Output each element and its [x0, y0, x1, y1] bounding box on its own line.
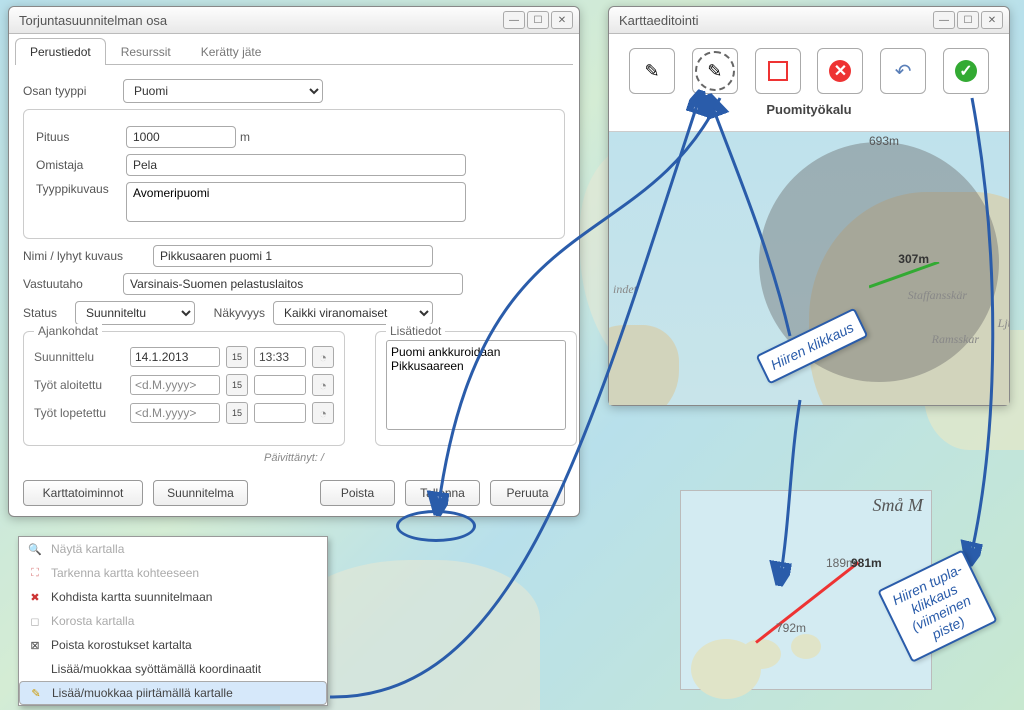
plan-button[interactable]: Suunnitelma [153, 480, 248, 506]
updated-by: Päivittänyt: / [23, 452, 565, 464]
undo-icon: ↶ [895, 59, 912, 84]
typedesc-input[interactable] [126, 182, 466, 222]
info-textarea[interactable] [386, 340, 566, 430]
dropdown-item-draw[interactable]: ✎Lisää/muokkaa piirtämällä kartalle [19, 681, 327, 705]
distance-label: 792m [776, 621, 806, 635]
tab-resurssit[interactable]: Resurssit [106, 38, 186, 65]
zoom-icon: ⛶ [27, 566, 43, 580]
rect-tool[interactable] [755, 48, 801, 94]
tool-caption: Puomityökalu [609, 98, 1009, 131]
dropdown-item[interactable]: ⊠Poista korostukset kartalta [19, 633, 327, 657]
dropdown-item[interactable]: ⛶Tarkenna kartta kohteeseen [19, 561, 327, 585]
pencil-icon: ✎ [644, 61, 659, 82]
resp-input[interactable] [123, 273, 463, 295]
pencil-icon: ✎ [28, 686, 44, 700]
mini-map-title: Små M [873, 495, 924, 516]
cancel-button[interactable]: Peruuta [490, 480, 565, 506]
length-unit: m [240, 130, 250, 144]
place-label: indet [613, 282, 637, 297]
highlight-icon: ◻ [27, 614, 43, 628]
close-button[interactable]: ✕ [551, 11, 573, 29]
confirm-tool[interactable]: ✓ [943, 48, 989, 94]
length-label: Pituus [36, 130, 126, 144]
tab-keratty-jate[interactable]: Kerätty jäte [186, 38, 277, 65]
name-label: Nimi / lyhyt kuvaus [23, 249, 153, 263]
calendar-icon[interactable] [226, 402, 248, 424]
check-icon: ✓ [955, 60, 977, 82]
owner-input[interactable] [126, 154, 466, 176]
close-button[interactable]: ✕ [981, 11, 1003, 29]
plan-time-input[interactable] [254, 347, 306, 367]
delete-tool[interactable]: ✕ [817, 48, 863, 94]
clear-icon: ⊠ [27, 638, 43, 652]
calendar-icon[interactable] [226, 346, 248, 368]
place-label: Ramsskar [932, 332, 979, 347]
rectangle-icon [768, 61, 788, 81]
info-fieldset: Lisätiedot [375, 331, 577, 446]
info-legend: Lisätiedot [386, 324, 445, 338]
typedesc-label: Tyyppikuvaus [36, 182, 126, 196]
clock-icon[interactable] [312, 346, 334, 368]
undo-tool[interactable]: ↶ [880, 48, 926, 94]
type-select[interactable]: Puomi [123, 79, 323, 103]
minimize-button[interactable]: — [933, 11, 955, 29]
distance-label: 981m [851, 556, 882, 570]
owner-label: Omistaja [36, 158, 126, 172]
dropdown-item[interactable]: ◻Korosta kartalla [19, 609, 327, 633]
status-select[interactable]: Suunniteltu [75, 301, 195, 325]
resp-label: Vastuutaho [23, 277, 123, 291]
plan-label: Suunnittelu [34, 350, 124, 364]
maptools-button[interactable]: Karttatoiminnot [23, 480, 143, 506]
place-label: Ljusskär [998, 316, 1009, 331]
save-button[interactable]: Tallenna [405, 480, 480, 506]
times-fieldset: Ajankohdat Suunnittelu Työt aloitettu [23, 331, 345, 446]
start-date-input[interactable] [130, 375, 220, 395]
distance-label: 693m [869, 134, 899, 148]
calendar-icon[interactable] [226, 374, 248, 396]
times-legend: Ajankohdat [34, 324, 102, 338]
status-label: Status [23, 306, 75, 320]
pen-line-tool[interactable]: ✎ [629, 48, 675, 94]
clock-icon[interactable] [312, 374, 334, 396]
delete-button[interactable]: Poista [320, 480, 395, 506]
x-icon: ✕ [829, 60, 851, 82]
end-date-input[interactable] [130, 403, 220, 423]
maximize-button[interactable]: ☐ [957, 11, 979, 29]
target-icon: ✖ [27, 590, 43, 604]
visibility-label: Näkyvyys [195, 306, 265, 320]
maximize-button[interactable]: ☐ [527, 11, 549, 29]
dropdown-item[interactable]: 🔍Näytä kartalla [19, 537, 327, 561]
end-time-input[interactable] [254, 403, 306, 423]
visibility-select[interactable]: Kaikki viranomaiset [273, 301, 433, 325]
maptools-dropdown: 🔍Näytä kartalla ⛶Tarkenna kartta kohtees… [18, 536, 328, 706]
start-label: Työt aloitettu [34, 378, 124, 392]
name-input[interactable] [153, 245, 433, 267]
minimize-button[interactable]: — [503, 11, 525, 29]
pencil-icon: ✎ [707, 61, 722, 82]
magnifier-icon: 🔍 [27, 542, 43, 556]
dropdown-item[interactable]: Lisää/muokkaa syöttämällä koordinaatit [19, 657, 327, 681]
window-title: Karttaeditointi [619, 13, 699, 28]
end-label: Työt lopetettu [34, 406, 124, 420]
length-input[interactable] [126, 126, 236, 148]
pen-circle-tool[interactable]: ✎ [692, 48, 738, 94]
start-time-input[interactable] [254, 375, 306, 395]
type-label: Osan tyyppi [23, 84, 123, 98]
tabstrip: Perustiedot Resurssit Kerätty jäte [15, 38, 573, 65]
clock-icon[interactable] [312, 402, 334, 424]
titlebar: Torjuntasuunnitelman osa — ☐ ✕ [9, 7, 579, 34]
dropdown-item[interactable]: ✖Kohdista kartta suunnitelmaan [19, 585, 327, 609]
plan-window: Torjuntasuunnitelman osa — ☐ ✕ Perustied… [8, 6, 580, 517]
blank-icon [27, 662, 43, 676]
titlebar: Karttaeditointi — ☐ ✕ [609, 7, 1009, 34]
window-title: Torjuntasuunnitelman osa [19, 13, 167, 28]
plan-date-input[interactable] [130, 347, 220, 367]
tab-perustiedot[interactable]: Perustiedot [15, 38, 106, 65]
